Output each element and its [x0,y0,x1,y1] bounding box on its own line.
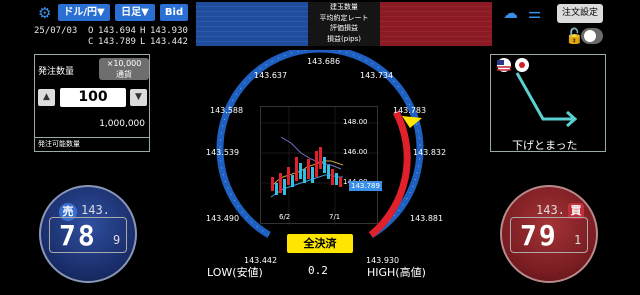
chart-ylabel-0: 148.00 [343,118,368,126]
tick-8: 143.832 [413,148,447,157]
multiplier-button[interactable]: ×10,000 通貨 [99,58,149,80]
order-settings-button[interactable]: 注文設定 [557,4,603,23]
tick-3: 143.588 [210,106,244,115]
tick-2: 143.539 [206,148,240,157]
spread-value: 0.2 [308,264,328,277]
trend-direction-panel: 下げとまった [490,54,606,152]
sell-price-big: 78 [59,219,97,252]
close-all-button[interactable]: 全決済 [287,234,353,253]
multiplier-line1: ×10,000 [106,59,142,68]
valuation-label: 評価損益 [330,24,358,32]
open-value: 143.694 [98,26,136,36]
tick-6: 143.734 [360,71,394,80]
high-value: 143.930 [150,26,188,36]
multiplier-line2: 通貨 [116,70,132,79]
qty-label: 発注数量 [38,67,75,77]
qty-up-button[interactable]: ▲ [38,89,55,106]
sell-button[interactable]: 売 143. 78 9 [39,185,137,283]
sell-price-small: 9 [113,233,121,247]
toggle-knob [584,30,596,42]
tick-9: 143.881 [410,214,444,223]
avg-rate-label: 平均約定レート [319,13,369,22]
close-label: C [88,37,94,47]
tick-7: 143.783 [393,106,427,115]
chart-xlabel-0: 6/2 [279,213,291,221]
low-value: 143.442 [150,37,188,47]
sliders-icon[interactable]: ⚌ [528,4,541,22]
current-price-tag: 143.789 [349,181,382,191]
high-label-top: H [140,26,146,36]
amount-text: 1,000,000 [99,119,145,129]
position-summary-labels: 建玉数量 平均約定レート 評価損益 損益(pips) [308,2,380,46]
gear-icon[interactable]: ⚙ [38,6,52,21]
qty-input[interactable]: 100 [60,88,126,107]
low-label-top: L [140,37,146,47]
buy-button[interactable]: 143. 買 79 1 [500,185,598,283]
sell-price-prefix: 143. [81,203,110,217]
trend-text: 下げとまった [512,139,578,152]
tick-5: 143.686 [307,57,341,66]
chart-xlabel-1: 7/1 [329,213,341,221]
refresh-cloud-icon[interactable]: ☁ [503,4,518,22]
tick-1: 143.490 [206,214,240,223]
mini-candlestick-chart: 148.00 146.00 144.00 143.789 6/2 7/1 [260,106,382,225]
buy-price-prefix: 143. [536,203,565,217]
bid-toggle[interactable]: Bid [160,4,188,21]
pips-label: 損益(pips) [327,34,361,43]
close-value: 143.789 [98,37,136,47]
tick-4: 143.637 [254,71,288,80]
position-qty-label: 建玉数量 [330,3,358,11]
lock-toggle[interactable] [581,28,603,44]
buy-position-panel [380,2,492,46]
sell-position-panel [196,2,308,46]
low-label: LOW(安値) [207,266,263,279]
chart-ylabel-1: 146.00 [343,148,368,156]
buy-price-small: 1 [574,233,582,247]
timeframe-select[interactable]: 日足▼ [115,4,155,21]
open-label: O [88,26,94,36]
date-text: 25/07/03 [34,26,78,36]
currency-pair-select[interactable]: ドル/円▼ [58,4,110,21]
high-label: HIGH(高値) [367,266,426,279]
buy-price-big: 79 [520,219,558,252]
available-qty: 発注可能数量 [34,137,150,152]
qty-down-button[interactable]: ▼ [130,89,147,106]
